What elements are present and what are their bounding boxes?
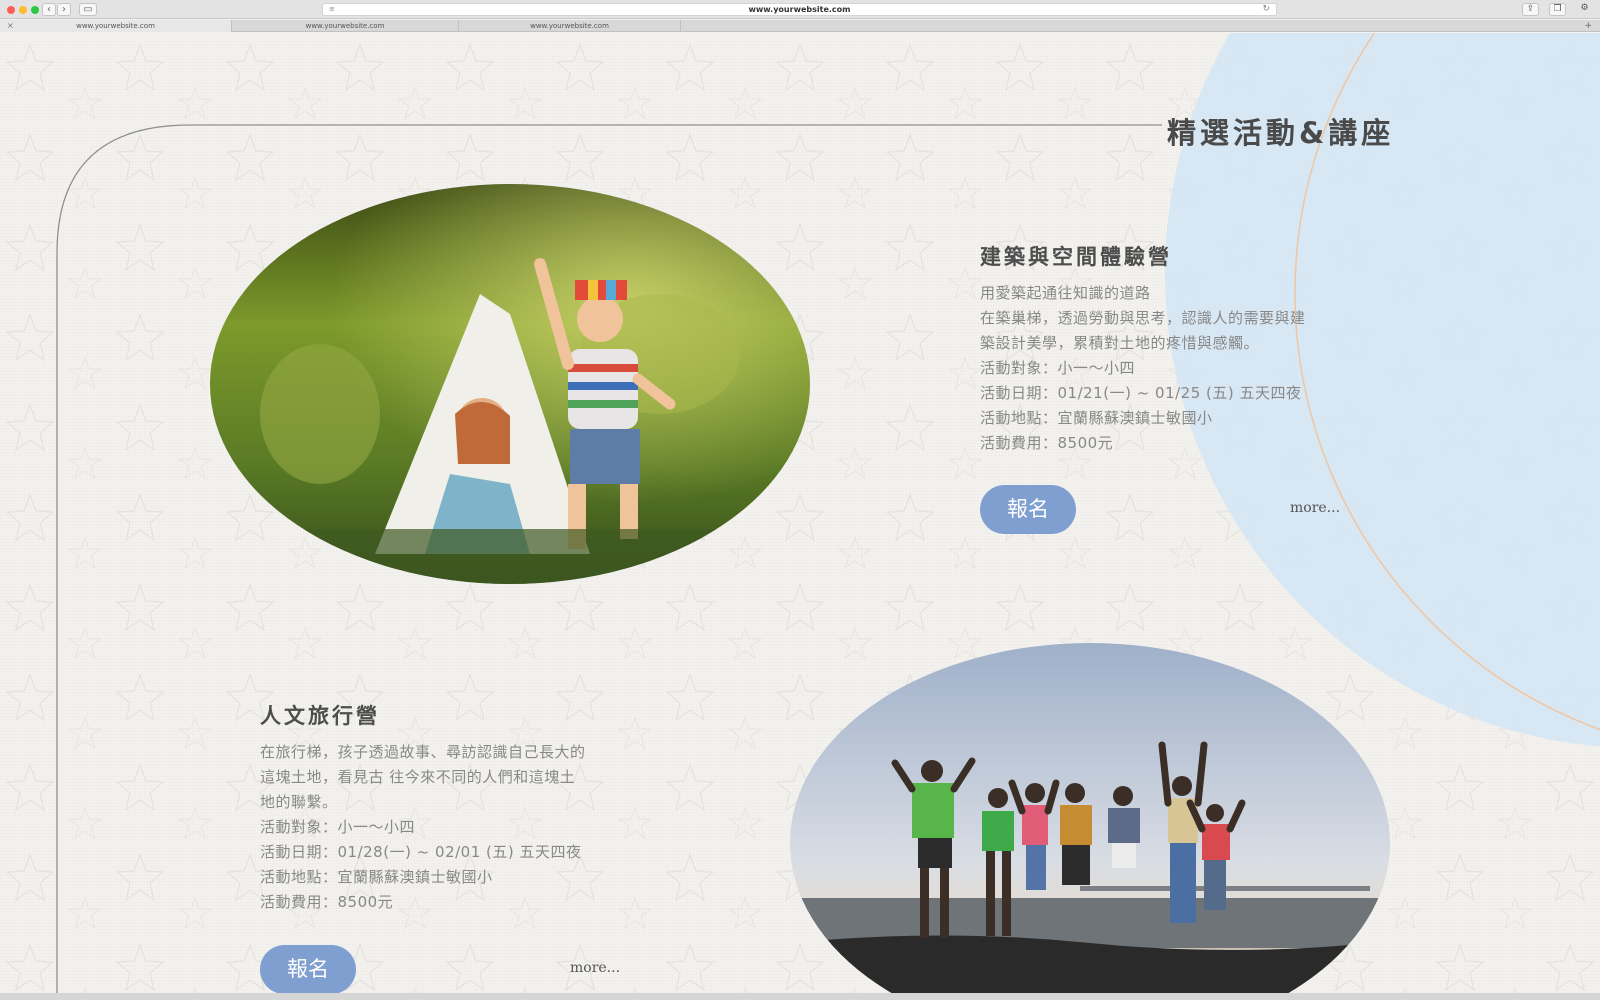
event-line: 地的聯繫。 bbox=[260, 793, 338, 811]
tab-2[interactable]: www.yourwebsite.com bbox=[232, 20, 459, 32]
back-button[interactable]: ‹ bbox=[42, 3, 56, 16]
event-line: 這塊土地，看見古 往今來不同的人們和這塊土 bbox=[260, 768, 576, 786]
event-target: 活動對象：小一～小四 bbox=[980, 359, 1136, 377]
event-title: 建築與空間體驗營 bbox=[980, 245, 1172, 269]
sidebar-icon[interactable]: ▭ bbox=[79, 3, 97, 16]
more-link[interactable]: more... bbox=[1290, 500, 1340, 516]
signup-button[interactable]: 報名 bbox=[980, 485, 1076, 534]
event-line: 用愛築起通往知識的道路 bbox=[980, 284, 1151, 302]
event-title: 人文旅行營 bbox=[260, 704, 380, 728]
share-icon[interactable]: ⇪ bbox=[1522, 3, 1539, 16]
new-tab-button[interactable]: + bbox=[1584, 20, 1592, 32]
event-card-architecture: 建築與空間體驗營 用愛築起通往知識的道路 在築巢梯，透過勞動與思考，認識人的需要… bbox=[980, 241, 1306, 456]
address-bar[interactable]: ≡ www.yourwebsite.com ↻ bbox=[322, 3, 1277, 16]
event-date: 活動日期：01/28(一) ~ 02/01 (五) 五天四夜 bbox=[260, 843, 582, 861]
tab-3[interactable]: www.yourwebsite.com bbox=[459, 20, 681, 32]
event-fee: 活動費用：8500元 bbox=[260, 893, 394, 911]
event-line: 築設計美學，累積對土地的疼惜與感觸。 bbox=[980, 334, 1260, 352]
window-minimize-icon[interactable] bbox=[19, 6, 27, 14]
tab-1[interactable]: × www.yourwebsite.com bbox=[0, 20, 232, 32]
browser-toolbar: ‹ › ▭ ≡ www.yourwebsite.com ↻ ⇪ ❐ ⚙ bbox=[0, 0, 1600, 19]
event-date: 活動日期：01/21(一) ~ 01/25 (五) 五天四夜 bbox=[980, 384, 1302, 402]
event-photo-children-teepee bbox=[210, 184, 810, 584]
tabs-overview-icon[interactable]: ❐ bbox=[1549, 3, 1566, 16]
reader-icon[interactable]: ≡ bbox=[329, 4, 335, 15]
event-location: 活動地點：宜蘭縣蘇澳鎮士敏國小 bbox=[980, 409, 1213, 427]
tab-label: www.yourwebsite.com bbox=[76, 22, 155, 30]
forward-button[interactable]: › bbox=[57, 3, 71, 16]
more-link[interactable]: more... bbox=[570, 960, 620, 976]
event-line: 在旅行梯，孩子透過故事、尋訪認識自己長大的 bbox=[260, 743, 586, 761]
event-line: 在築巢梯，透過勞動與思考，認識人的需要與建 bbox=[980, 309, 1306, 327]
tab-bar: × www.yourwebsite.com www.yourwebsite.co… bbox=[0, 20, 1600, 32]
section-title: 精選活動&講座 bbox=[1167, 116, 1395, 150]
address-url: www.yourwebsite.com bbox=[748, 5, 851, 14]
page-content: 精選活動&講座 建築與空間體驗營 用愛築起通往知識的道路 在築巢梯，透過勞動與思… bbox=[0, 33, 1600, 993]
reload-icon[interactable]: ↻ bbox=[1262, 4, 1270, 15]
extension-icon[interactable]: ⚙ bbox=[1576, 3, 1593, 16]
signup-button[interactable]: 報名 bbox=[260, 945, 356, 993]
close-tab-icon[interactable]: × bbox=[7, 20, 14, 32]
event-card-humanities-travel: 人文旅行營 在旅行梯，孩子透過故事、尋訪認識自己長大的 這塊土地，看見古 往今來… bbox=[260, 700, 586, 915]
window-zoom-icon[interactable] bbox=[31, 6, 39, 14]
tab-label: www.yourwebsite.com bbox=[530, 22, 609, 30]
window-bottom-edge bbox=[0, 993, 1600, 1000]
window-close-icon[interactable] bbox=[7, 6, 15, 14]
event-target: 活動對象：小一～小四 bbox=[260, 818, 416, 836]
tab-label: www.yourwebsite.com bbox=[305, 22, 385, 30]
event-location: 活動地點：宜蘭縣蘇澳鎮士敏國小 bbox=[260, 868, 493, 886]
event-fee: 活動費用：8500元 bbox=[980, 434, 1114, 452]
